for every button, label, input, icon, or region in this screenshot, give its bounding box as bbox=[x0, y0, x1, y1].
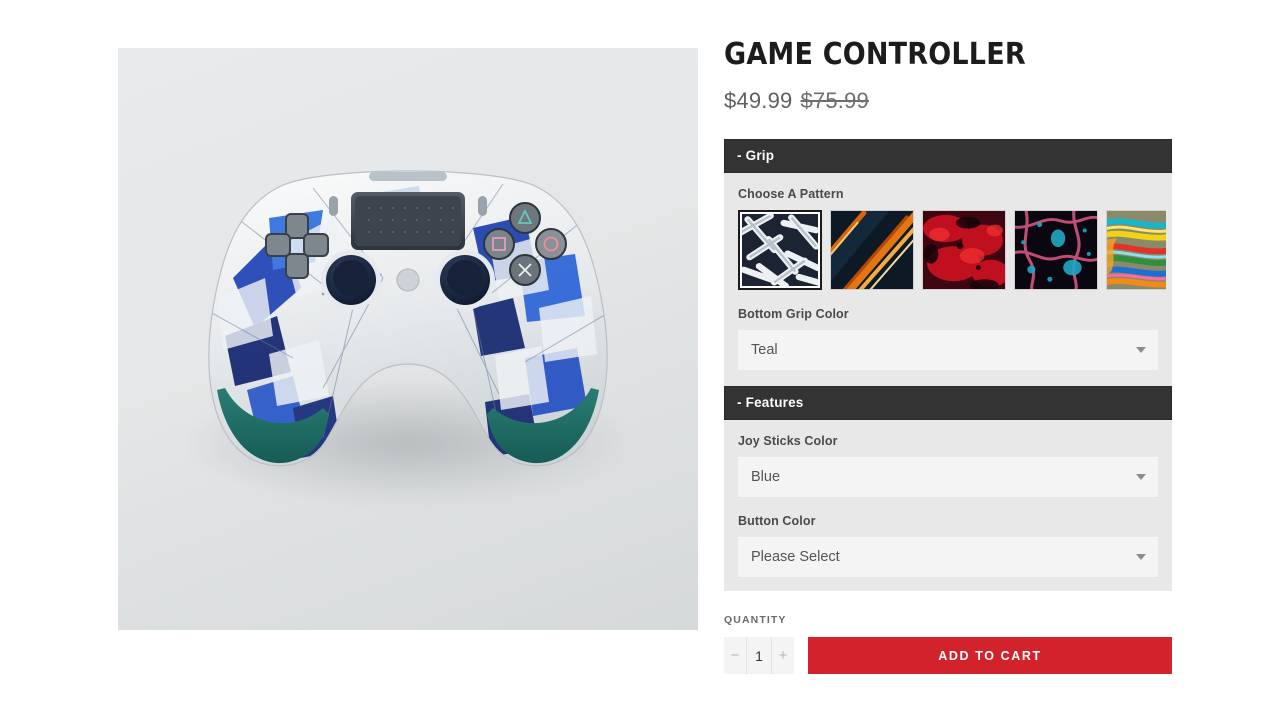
add-to-cart-button[interactable]: Add to Cart bbox=[808, 637, 1172, 674]
pink-cyan-cells-icon bbox=[1015, 211, 1097, 289]
section-header-features[interactable]: - Features bbox=[724, 386, 1172, 420]
joy-sticks-color-label: Joy Sticks Color bbox=[738, 434, 838, 448]
quantity-decrement-button[interactable]: − bbox=[724, 637, 747, 674]
price-row: $49.99 $75.99 bbox=[724, 88, 1172, 114]
bottom-grip-color-label: Bottom Grip Color bbox=[738, 307, 849, 321]
white-mesh-lattice-icon bbox=[742, 214, 818, 286]
page-title: Game Controller bbox=[724, 37, 1026, 72]
section-header-grip[interactable]: - Grip bbox=[724, 139, 1172, 173]
joy-sticks-color-value: Blue bbox=[751, 469, 781, 485]
pattern-swatch-white-mesh-lattice[interactable] bbox=[738, 210, 822, 290]
bottom-grip-color-value: Teal bbox=[751, 342, 778, 358]
product-page: Game Controller $49.99 $75.99 - Grip Choo… bbox=[0, 0, 1280, 720]
compare-at-price: $75.99 bbox=[800, 88, 869, 113]
product-details: Game Controller $49.99 $75.99 - Grip Choo… bbox=[724, 38, 1172, 674]
product-image-gallery[interactable] bbox=[118, 48, 698, 630]
rainbow-oil-swirl-icon bbox=[1107, 211, 1166, 289]
bottom-grip-color-select[interactable]: Teal bbox=[738, 330, 1158, 370]
pattern-swatch-red-marble-ink[interactable] bbox=[922, 210, 1006, 290]
quantity-stepper[interactable]: − + bbox=[724, 637, 794, 674]
joy-sticks-color-select[interactable]: Blue bbox=[738, 457, 1158, 497]
pattern-swatch-pink-cyan-cells[interactable] bbox=[1014, 210, 1098, 290]
chevron-down-icon bbox=[1136, 554, 1146, 560]
button-color-label: Button Color bbox=[738, 514, 816, 528]
button-color-select[interactable]: Please Select bbox=[738, 537, 1158, 577]
quantity-label: Quantity bbox=[724, 614, 787, 626]
red-marble-ink-icon bbox=[923, 211, 1005, 289]
quantity-increment-button[interactable]: + bbox=[771, 637, 794, 674]
pattern-swatch-rainbow-oil-swirl[interactable] bbox=[1106, 210, 1166, 290]
section-body-features: Joy Sticks Color Blue Button Color Pleas… bbox=[724, 420, 1172, 591]
chevron-down-icon bbox=[1136, 347, 1146, 353]
purchase-row: − + Add to Cart bbox=[724, 637, 1172, 674]
game-controller-image bbox=[208, 170, 608, 467]
pattern-swatch-row bbox=[738, 210, 1166, 290]
sale-price: $49.99 bbox=[724, 88, 793, 113]
options-accordion: - Grip Choose A Pattern Bottom Grip Colo… bbox=[724, 139, 1172, 591]
orange-fiber-streaks-icon bbox=[831, 211, 913, 289]
quantity-input[interactable] bbox=[747, 637, 771, 674]
button-color-value: Please Select bbox=[751, 549, 840, 565]
chevron-down-icon bbox=[1136, 474, 1146, 480]
choose-pattern-label: Choose A Pattern bbox=[738, 187, 844, 201]
section-body-grip: Choose A Pattern Bottom Grip Color Teal bbox=[724, 173, 1172, 386]
pattern-swatch-orange-fiber-streaks[interactable] bbox=[830, 210, 914, 290]
